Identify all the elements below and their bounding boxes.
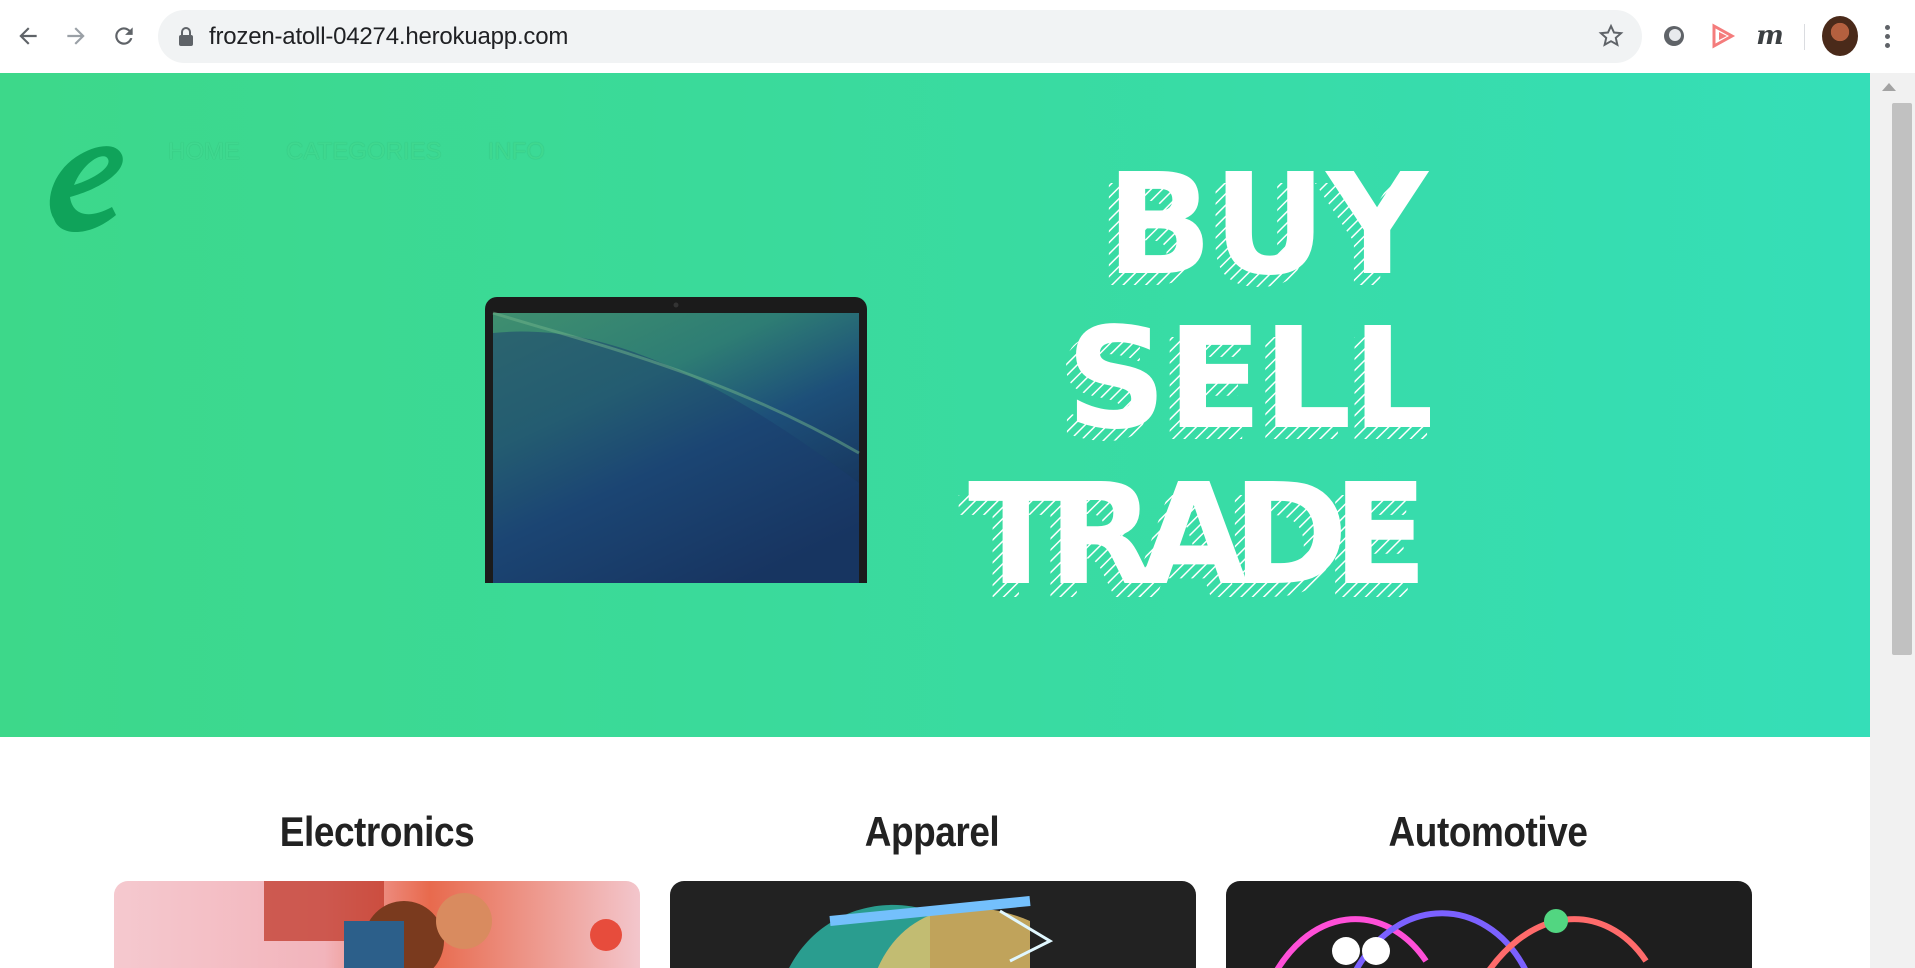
page-scrollbar[interactable] <box>1870 73 1915 968</box>
circle-extension-button[interactable] <box>1656 18 1692 54</box>
url-text: frozen-atoll-04274.herokuapp.com <box>209 23 569 50</box>
browser-menu-button[interactable] <box>1874 18 1900 54</box>
reload-icon <box>115 27 133 45</box>
category-card-automotive[interactable] <box>1226 881 1752 968</box>
kebab-dot <box>1884 24 1890 30</box>
nav-categories-link[interactable]: CATEGORIES <box>286 138 442 166</box>
lock-icon <box>179 27 193 46</box>
m-extension-icon: m <box>1756 21 1784 51</box>
laptop-image <box>485 297 867 583</box>
browser-toolbar: frozen-atoll-04274.herokuapp.com m <box>0 0 1915 74</box>
kebab-dot <box>1884 33 1890 39</box>
back-button[interactable] <box>10 18 46 54</box>
hero-banner: HOME CATEGORIES INFO BUY BUY SELL SELL T… <box>0 73 1870 737</box>
category-title-electronics: Electronics <box>279 807 475 855</box>
site-nav: HOME CATEGORIES INFO <box>168 138 545 166</box>
category-title-automotive: Automotive <box>1388 807 1588 855</box>
page-viewport: HOME CATEGORIES INFO BUY BUY SELL SELL T… <box>0 73 1870 968</box>
hero-trade-text: TRADE <box>968 454 1428 617</box>
category-image-electronics <box>264 881 622 968</box>
toolbar-divider <box>1804 24 1805 50</box>
play-extension-button[interactable] <box>1704 18 1740 54</box>
kebab-dot <box>1884 42 1890 48</box>
category-card-apparel[interactable] <box>670 881 1196 968</box>
arrow-right-icon <box>67 27 85 45</box>
category-card-electronics[interactable] <box>114 881 640 968</box>
hero-buy-text: BUY <box>1106 163 1429 307</box>
address-bar[interactable]: frozen-atoll-04274.herokuapp.com <box>158 10 1642 63</box>
category-title-apparel: Apparel <box>864 807 1000 855</box>
play-extension-icon <box>1712 23 1736 49</box>
reload-button[interactable] <box>106 18 142 54</box>
site-logo-icon[interactable] <box>42 133 132 243</box>
nav-info-link[interactable]: INFO <box>488 138 545 166</box>
nav-home-link[interactable]: HOME <box>168 138 240 166</box>
buy-sell-trade-graphic: BUY BUY SELL SELL TRADE TRADE <box>958 163 1430 631</box>
star-icon[interactable] <box>1598 23 1624 49</box>
hero-sell-text: SELL <box>1066 298 1430 461</box>
circle-extension-icon <box>1664 26 1684 46</box>
m-extension-button[interactable]: m <box>1752 18 1788 54</box>
profile-avatar[interactable] <box>1822 16 1858 56</box>
category-image-automotive <box>1274 909 1649 968</box>
scrollbar-thumb[interactable] <box>1892 103 1912 655</box>
arrow-left-icon <box>19 27 37 45</box>
category-image-apparel <box>789 896 1054 968</box>
forward-button[interactable] <box>58 18 94 54</box>
scroll-up-arrow-icon[interactable] <box>1882 83 1896 91</box>
